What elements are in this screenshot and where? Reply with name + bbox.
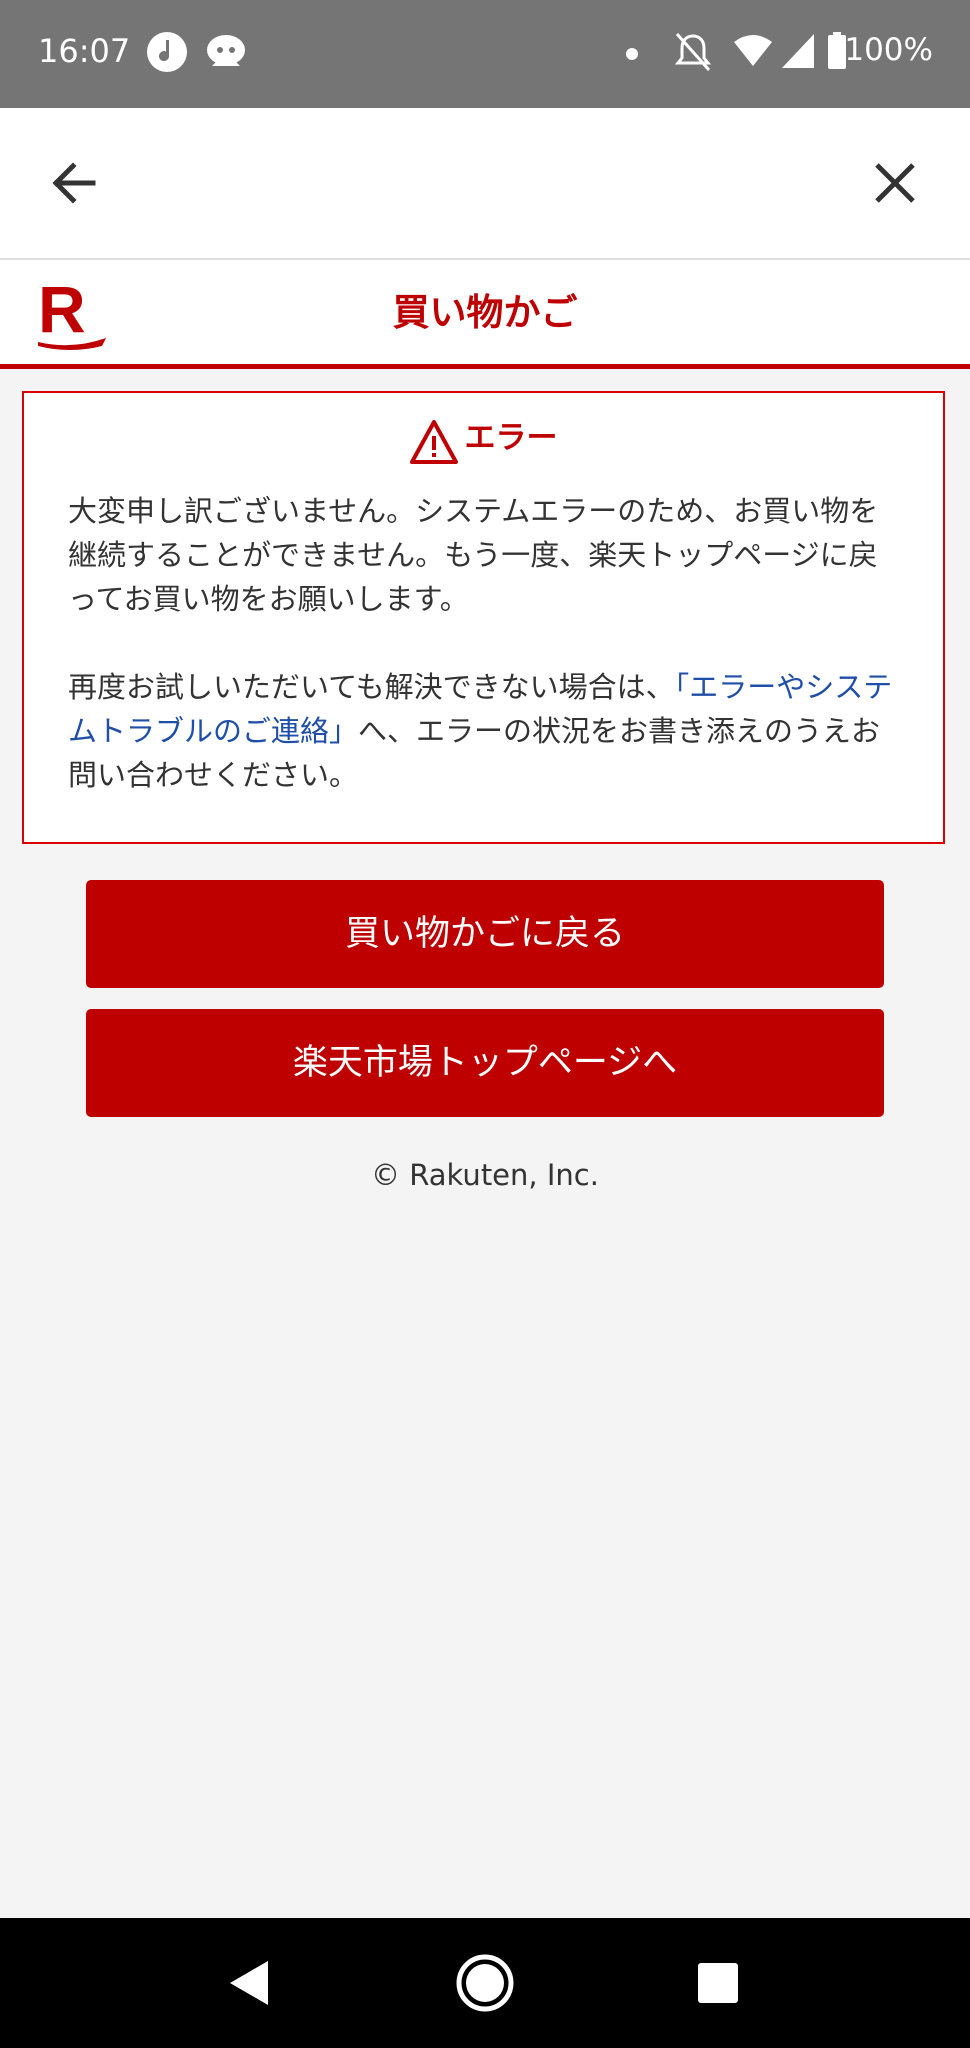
signal-icon [782, 34, 814, 68]
error-help-text: 再度お試しいただいても解決できない場合は、 [68, 670, 675, 704]
battery-level: 100% [844, 32, 933, 68]
back-to-cart-button[interactable]: 買い物かごに戻る [86, 880, 884, 988]
nav-home-icon[interactable] [455, 1953, 515, 2013]
close-icon[interactable] [865, 153, 925, 213]
page-header: R 買い物かご [0, 260, 970, 369]
music-icon [147, 32, 187, 72]
error-help-message: 再度お試しいただいても解決できない場合は、「エラーやシステムトラブルのご連絡」へ… [68, 665, 899, 797]
error-heading: エラー [24, 419, 943, 465]
error-label: エラー [464, 419, 558, 456]
wifi-icon [734, 35, 772, 66]
arrow-left-icon[interactable] [45, 153, 105, 213]
error-box: エラー 大変申し訳ございません。システムエラーのため、お買い物を継続することがで… [22, 391, 945, 844]
page-title: 買い物かご [392, 291, 578, 334]
nav-recents-icon[interactable] [688, 1953, 748, 2013]
browser-toolbar [0, 108, 970, 260]
dot-icon [626, 48, 638, 60]
warning-icon [410, 420, 459, 464]
rakuten-top-button[interactable]: 楽天市場トップページへ [86, 1009, 884, 1117]
status-bar: 16:07 100% [0, 0, 970, 108]
system-nav-bar [0, 1918, 970, 2048]
chat-bot-icon [207, 35, 245, 66]
copyright: © Rakuten, Inc. [371, 1158, 599, 1192]
status-time: 16:07 [38, 32, 131, 70]
mute-icon [674, 33, 712, 71]
nav-back-icon[interactable] [220, 1953, 280, 2013]
error-message: 大変申し訳ございません。システムエラーのため、お買い物を継続することができません… [68, 494, 879, 616]
